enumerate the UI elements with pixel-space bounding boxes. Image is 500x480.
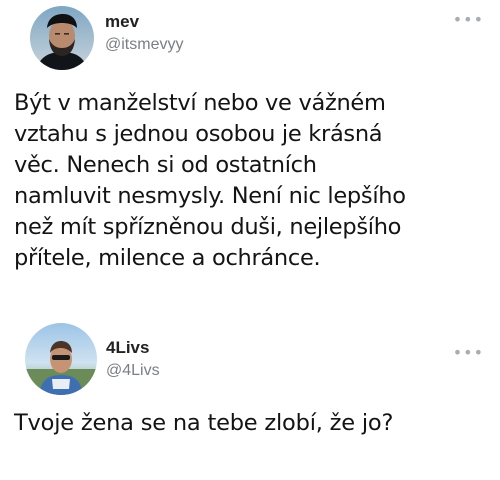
- profile-photo-icon: [30, 6, 94, 70]
- more-horizontal-icon[interactable]: •••: [453, 345, 484, 361]
- tweet-card-mev[interactable]: mev @itsmevyy ••• Být v manželství nebo …: [0, 0, 500, 290]
- display-name[interactable]: 4Livs: [106, 338, 149, 358]
- more-horizontal-icon[interactable]: •••: [453, 12, 484, 28]
- avatar-4livs[interactable]: [25, 323, 97, 395]
- tweet-text: Být v manželství nebo ve vážném vztahu s…: [14, 90, 406, 271]
- display-name[interactable]: mev: [105, 12, 139, 32]
- user-handle[interactable]: @itsmevyy: [105, 36, 183, 54]
- tweet-text: Tvoje žena se na tebe zlobí, že jo?: [14, 410, 394, 436]
- user-handle[interactable]: @4Livs: [106, 362, 160, 380]
- profile-photo-icon: [25, 323, 97, 395]
- tweet-card-4livs[interactable]: 4Livs @4Livs ••• Tvoje žena se na tebe z…: [0, 315, 500, 480]
- avatar-mev[interactable]: [30, 6, 94, 70]
